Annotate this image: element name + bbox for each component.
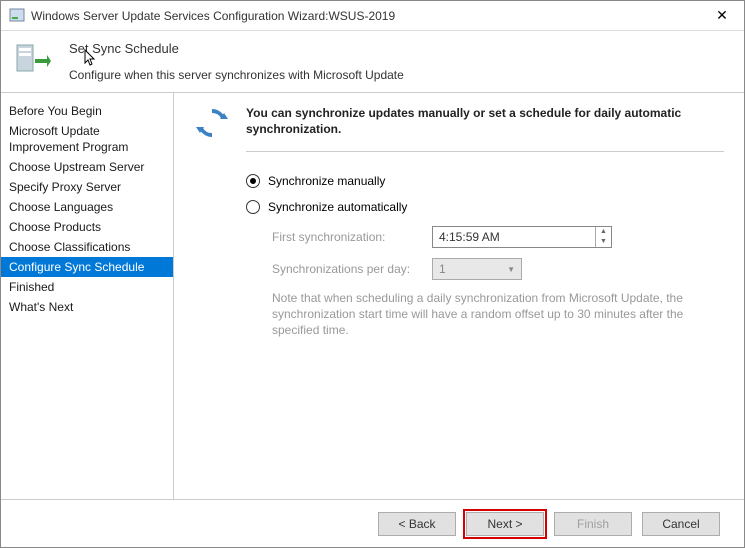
per-day-value: 1 xyxy=(439,262,446,276)
cancel-button[interactable]: Cancel xyxy=(642,512,720,536)
titlebar: Windows Server Update Services Configura… xyxy=(1,1,744,31)
page-title: Set Sync Schedule xyxy=(69,41,404,56)
window-title: Windows Server Update Services Configura… xyxy=(31,9,708,23)
time-spinner[interactable]: ▲ ▼ xyxy=(595,227,611,247)
page-subtitle: Configure when this server synchronizes … xyxy=(69,68,404,82)
close-button[interactable]: ✕ xyxy=(708,7,736,24)
radio-auto[interactable]: Synchronize automatically xyxy=(246,200,724,214)
sidebar-item[interactable]: Choose Upstream Server xyxy=(1,157,173,177)
sidebar-item[interactable]: Choose Products xyxy=(1,217,173,237)
sidebar: Before You BeginMicrosoft Update Improve… xyxy=(1,93,174,499)
back-button[interactable]: < Back xyxy=(378,512,456,536)
sync-options: Synchronize manually Synchronize automat… xyxy=(246,174,724,338)
server-icon xyxy=(15,43,51,75)
radio-auto-input[interactable] xyxy=(246,200,260,214)
sync-icon xyxy=(194,105,230,141)
sidebar-item[interactable]: Specify Proxy Server xyxy=(1,177,173,197)
next-button[interactable]: Next > xyxy=(466,512,544,536)
radio-manual[interactable]: Synchronize manually xyxy=(246,174,724,188)
intro-text: You can synchronize updates manually or … xyxy=(246,105,724,137)
chevron-down-icon: ▼ xyxy=(507,265,515,274)
radio-manual-input[interactable] xyxy=(246,174,260,188)
spin-up-icon[interactable]: ▲ xyxy=(596,227,611,237)
divider xyxy=(246,151,724,152)
sidebar-item[interactable]: Choose Languages xyxy=(1,197,173,217)
first-sync-value: 4:15:59 AM xyxy=(433,230,595,244)
finish-button: Finish xyxy=(554,512,632,536)
first-sync-label: First synchronization: xyxy=(272,230,432,244)
spin-down-icon[interactable]: ▼ xyxy=(596,237,611,247)
sidebar-item[interactable]: Configure Sync Schedule xyxy=(1,257,173,277)
sidebar-item[interactable]: Before You Begin xyxy=(1,101,173,121)
sidebar-item[interactable]: Microsoft Update Improvement Program xyxy=(1,121,173,157)
wizard-header: Set Sync Schedule Configure when this se… xyxy=(1,31,744,93)
radio-manual-label: Synchronize manually xyxy=(268,174,385,188)
sidebar-item[interactable]: Choose Classifications xyxy=(1,237,173,257)
content-panel: You can synchronize updates manually or … xyxy=(174,93,744,499)
schedule-note: Note that when scheduling a daily synchr… xyxy=(272,290,712,338)
per-day-label: Synchronizations per day: xyxy=(272,262,432,276)
sidebar-item[interactable]: What's Next xyxy=(1,297,173,317)
first-sync-input[interactable]: 4:15:59 AM ▲ ▼ xyxy=(432,226,612,248)
radio-auto-label: Synchronize automatically xyxy=(268,200,407,214)
wizard-window: Windows Server Update Services Configura… xyxy=(0,0,745,548)
per-day-input: 1 ▼ xyxy=(432,258,522,280)
auto-sub-fields: First synchronization: 4:15:59 AM ▲ ▼ Sy… xyxy=(272,226,724,338)
app-icon xyxy=(9,8,25,24)
wizard-footer: < Back Next > Finish Cancel xyxy=(1,499,744,547)
wizard-body: Before You BeginMicrosoft Update Improve… xyxy=(1,93,744,499)
sidebar-item[interactable]: Finished xyxy=(1,277,173,297)
